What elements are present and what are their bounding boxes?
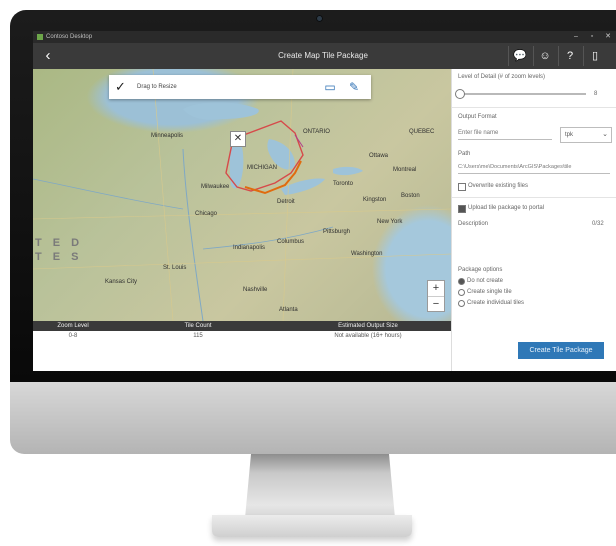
monitor-chin <box>10 382 616 454</box>
map-place-label: ONTARIO <box>303 129 330 135</box>
page-title: Create Map Tile Package <box>278 51 368 60</box>
file-name-field[interactable]: Enter file name <box>458 127 552 140</box>
level-of-detail-slider[interactable] <box>460 93 586 95</box>
window-titlebar: Contoso Desktop – ▫ ✕ <box>33 31 616 43</box>
create-tile-package-button[interactable]: Create Tile Package <box>518 342 604 359</box>
confirm-check-icon[interactable]: ✓ <box>115 77 131 97</box>
table-cell-tiles: 115 <box>193 333 203 339</box>
description-count: 0/32 <box>592 221 604 227</box>
draw-area-toolbar: ✓ Drag to Resize ▭ ✎ <box>109 75 371 99</box>
map-place-label: Columbus <box>277 239 305 245</box>
format-select[interactable]: tpk ⌄ <box>560 127 612 143</box>
window-title: Contoso Desktop <box>46 34 93 40</box>
tile-estimate-table: Zoom Level Tile Count Estimated Output S… <box>33 321 451 371</box>
monitor-photo: Contoso Desktop – ▫ ✕ ‹ Create Map Tile … <box>0 0 616 546</box>
overwrite-checkbox[interactable] <box>458 183 466 191</box>
rectangle-tool-icon[interactable]: ▭ <box>321 79 339 95</box>
help-icon[interactable]: ? <box>558 46 581 66</box>
panel-divider <box>452 107 616 108</box>
map-place-label: New York <box>377 219 403 225</box>
draw-hint-label: Drag to Resize <box>137 84 177 90</box>
radio-option-label: Create individual tiles <box>467 300 525 306</box>
map-place-label: QUEBEC <box>409 129 435 135</box>
minimize-icon[interactable]: – <box>569 31 583 43</box>
maximize-icon[interactable]: ▫ <box>585 31 599 43</box>
monitor-stand-foot <box>212 515 412 537</box>
app-icon <box>37 34 43 40</box>
map-place-label: St. Louis <box>163 265 187 271</box>
map-place-label: Pittsburgh <box>323 229 351 235</box>
map-place-label: Toronto <box>333 181 354 187</box>
overwrite-label: Overwrite existing files <box>468 183 529 189</box>
clear-area-icon[interactable]: ✕ <box>230 131 246 147</box>
app-window: Contoso Desktop – ▫ ✕ ‹ Create Map Tile … <box>33 31 616 371</box>
column-header-zoom: Zoom Level <box>57 323 89 329</box>
description-label: Description <box>458 221 489 227</box>
zoom-in-button[interactable]: + <box>428 281 444 296</box>
map-place-label: Kansas City <box>105 279 138 285</box>
map-place-label: Kingston <box>363 197 387 203</box>
map-place-label: Nashville <box>243 287 268 293</box>
map-view[interactable]: T E D T E S Minneapolis Milwaukee Chicag… <box>33 69 451 321</box>
river-mississippi <box>182 148 204 321</box>
map-place-label: Milwaukee <box>201 184 230 190</box>
app-header: ‹ Create Map Tile Package 💬 ☺ ? ▯ <box>33 43 616 69</box>
close-window-icon[interactable]: ✕ <box>601 31 615 43</box>
format-select-value: tpk <box>565 132 574 138</box>
monitor-stand-neck <box>245 454 395 518</box>
radio-option-label: Create single tile <box>467 289 512 295</box>
map-place-label: Washington <box>351 251 383 257</box>
map-place-label: Boston <box>401 193 420 199</box>
map-place-label: Chicago <box>195 211 218 217</box>
settings-panel: Level of Detail (# of zoom levels) 8 Out… <box>451 69 616 371</box>
map-place-label: Montreal <box>393 167 417 173</box>
column-header-tiles: Tile Count <box>184 323 212 329</box>
lake-ontario <box>333 166 363 176</box>
road-1 <box>33 208 451 220</box>
back-arrow-icon[interactable]: ‹ <box>39 47 57 65</box>
river-missouri <box>33 178 184 210</box>
zoom-control: + − <box>427 280 445 312</box>
map-country-label-2: T E S <box>35 251 83 263</box>
map-country-label-1: T E D <box>35 237 84 249</box>
slider-thumb[interactable] <box>455 89 465 99</box>
map-place-label: Minneapolis <box>151 133 184 139</box>
river-ohio <box>202 226 334 250</box>
table-cell-zoom: 0-8 <box>68 333 78 339</box>
webcam-dot <box>316 15 323 22</box>
path-label: Path <box>458 151 471 157</box>
radio-option-2[interactable] <box>458 289 465 296</box>
output-format-label: Output Format <box>458 114 497 120</box>
smiley-icon[interactable]: ☺ <box>533 46 556 66</box>
map-place-label: Detroit <box>277 199 295 205</box>
map-terrain <box>33 69 451 321</box>
lake-superior <box>183 102 259 120</box>
level-of-detail-label: Level of Detail (# of zoom levels) <box>458 74 546 80</box>
radio-option-label: Do not create <box>467 278 504 284</box>
package-options-label: Package options <box>458 267 503 273</box>
column-header-size: Estimated Output Size <box>338 323 398 329</box>
road-2 <box>33 253 451 270</box>
map-place-label: Ottawa <box>369 153 389 159</box>
path-field[interactable]: C:\Users\me\Documents\ArcGIS\Packages\ti… <box>458 161 610 174</box>
upload-checkbox[interactable] <box>458 205 466 213</box>
upload-label: Upload tile package to portal <box>468 205 545 211</box>
zoom-out-button[interactable]: − <box>428 296 444 312</box>
chevron-down-icon: ⌄ <box>602 131 608 138</box>
panel-divider <box>452 197 616 198</box>
slider-max-label: 8 <box>594 91 598 97</box>
table-cell-size: Not available (16+ hours) <box>334 333 402 339</box>
device-icon[interactable]: ▯ <box>583 46 606 66</box>
chat-icon[interactable]: 💬 <box>508 46 531 66</box>
road-3 <box>152 69 174 321</box>
radio-option-1[interactable] <box>458 278 465 285</box>
map-place-label: MICHIGAN <box>247 165 277 171</box>
radio-option-3[interactable] <box>458 300 465 307</box>
freehand-tool-icon[interactable]: ✎ <box>345 79 363 95</box>
map-place-label: Atlanta <box>279 307 298 313</box>
road-4 <box>282 69 294 321</box>
map-place-label: Indianapolis <box>233 245 266 251</box>
